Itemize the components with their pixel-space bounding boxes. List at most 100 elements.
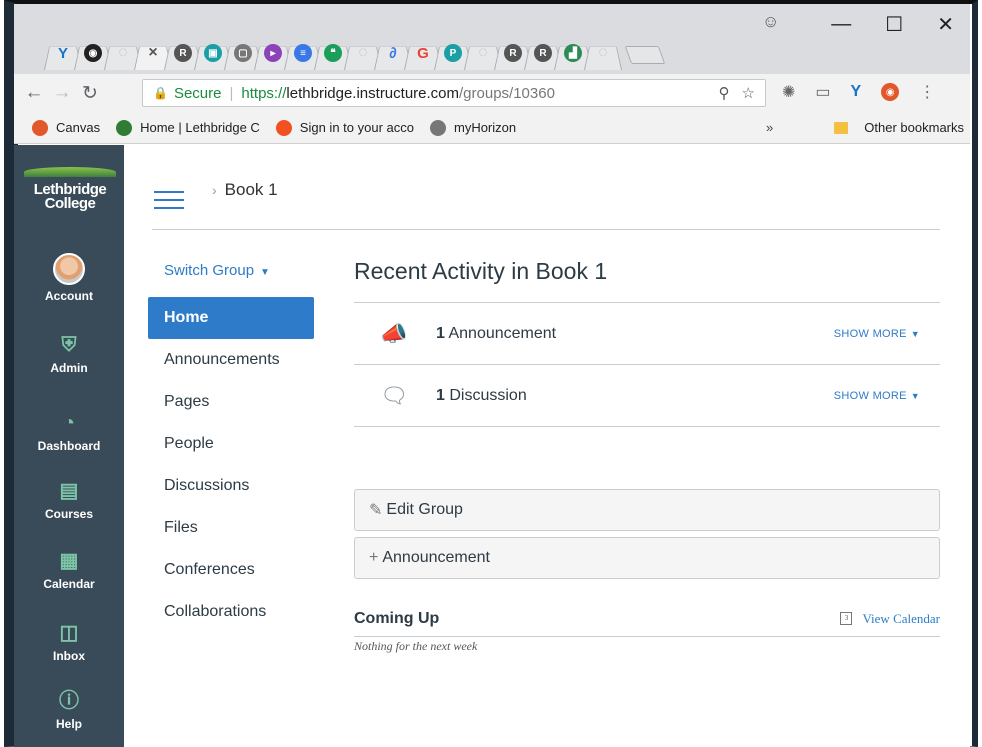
- url-separator: |: [229, 84, 234, 102]
- nav-calendar[interactable]: ▦ Calendar: [14, 549, 124, 591]
- edit-group-button[interactable]: ✎ Edit Group: [354, 489, 940, 531]
- group-nav-people[interactable]: People: [148, 423, 314, 465]
- discussion-icon: 🗨: [380, 382, 408, 408]
- bookmark-item[interactable]: Canvas: [32, 119, 100, 136]
- college-logo[interactable]: Lethbridge College: [20, 167, 120, 211]
- bookmark-list: Canvas Home | Lethbridge C Sign in to your…: [32, 119, 532, 136]
- extension-office-icon[interactable]: ◉: [881, 83, 900, 101]
- url-scheme: https://: [241, 84, 287, 102]
- bookmark-item[interactable]: myHorizon: [429, 119, 516, 136]
- docs-icon: ≡: [294, 44, 312, 62]
- bookmark-label: Sign in to your acco: [299, 120, 414, 135]
- group-nav-home[interactable]: Home: [148, 297, 314, 339]
- header-divider: [152, 229, 940, 230]
- calendar-icon: 3: [840, 612, 853, 625]
- show-more-label: SHOW MORE: [833, 389, 907, 402]
- nav-admin[interactable]: ⛨ Admin: [14, 333, 124, 375]
- activity-text: 1 Announcement: [436, 325, 556, 343]
- group-nav-files[interactable]: Files: [148, 507, 314, 549]
- url-path: /groups/10360: [459, 84, 555, 102]
- nav-label: Admin: [50, 361, 88, 375]
- edit-group-label: Edit Group: [386, 501, 463, 518]
- extension-swirl-icon[interactable]: ✺: [782, 82, 795, 102]
- forward-icon[interactable]: →: [48, 82, 76, 104]
- r-icon: R: [534, 44, 552, 62]
- back-icon[interactable]: ←: [20, 82, 48, 104]
- close-window-icon[interactable]: ✕: [937, 12, 954, 37]
- breadcrumb: › Book 1: [212, 180, 278, 200]
- extension-v-icon[interactable]: Y: [851, 83, 862, 101]
- nav-inbox[interactable]: ◫ Inbox: [14, 621, 124, 663]
- bookmark-favicon-icon: [32, 119, 48, 136]
- chart-green-icon: ▟: [564, 44, 582, 62]
- global-navigation: Lethbridge College Account ⛨ Admin ◔ Das…: [14, 145, 124, 747]
- coming-up-title: Coming Up: [354, 609, 440, 627]
- group-nav-discussions[interactable]: Discussions: [148, 465, 314, 507]
- nav-dashboard[interactable]: ◔ Dashboard: [14, 411, 124, 453]
- show-more-button[interactable]: SHOW MORE ▼: [834, 390, 920, 402]
- page-title: Recent Activity in Book 1: [354, 253, 940, 303]
- add-announcement-button[interactable]: + Announcement: [354, 537, 940, 579]
- activity-row-announcement[interactable]: 📣 1 Announcement SHOW MORE ▼: [354, 303, 940, 365]
- folder-icon: [834, 121, 849, 134]
- show-more-label: SHOW MORE: [833, 327, 907, 340]
- bookmark-star-icon[interactable]: ☆: [742, 84, 755, 102]
- bookmark-favicon-icon: [116, 119, 133, 136]
- activity-count: 1: [436, 386, 445, 404]
- chrome-menu-icon[interactable]: ⋮: [919, 82, 935, 102]
- book-icon: ▤: [59, 480, 79, 502]
- megaphone-icon: 📣: [380, 320, 408, 346]
- view-calendar-link[interactable]: 3 View Calendar: [840, 611, 940, 627]
- nav-label: Calendar: [43, 577, 95, 591]
- r-icon: R: [174, 44, 192, 62]
- maximize-icon[interactable]: ☐: [885, 12, 903, 37]
- avatar: [53, 253, 85, 285]
- tab-strip: Y ◉ ◌ × R ▣ ▢ ▸ ≡ ❝ ◌ ∂ G P ◌ R R ▟ ◌: [44, 30, 666, 70]
- nav-label: Dashboard: [37, 439, 101, 453]
- secure-label: Secure: [173, 84, 222, 102]
- minimize-icon[interactable]: —: [831, 13, 851, 36]
- nav-label: Inbox: [53, 649, 85, 663]
- pencil-icon: ✎: [369, 502, 383, 519]
- browser-tab[interactable]: ◌: [584, 36, 622, 70]
- loading-icon: ◌: [478, 44, 488, 61]
- group-nav-collaborations[interactable]: Collaborations: [148, 591, 314, 633]
- swirl-icon: ∂: [389, 44, 397, 62]
- switch-group-button[interactable]: Switch Group ▼: [164, 262, 270, 279]
- other-bookmarks-label: Other bookmarks: [864, 120, 964, 135]
- bookmarks-bar: Canvas Home | Lethbridge C Sign in to your…: [14, 112, 970, 144]
- calendar-icon: ▦: [59, 550, 79, 572]
- browser-toolbar: ← → ↻ 🔒 Secure | https://lethbridge.inst…: [14, 74, 970, 112]
- zoom-icon[interactable]: ⚲: [719, 84, 730, 102]
- nav-courses[interactable]: ▤ Courses: [14, 479, 124, 521]
- caret-down-icon: ▼: [260, 267, 270, 278]
- doc-icon: ▢: [234, 44, 252, 62]
- caret-down-icon: ▼: [910, 390, 920, 401]
- r-icon: R: [504, 44, 522, 62]
- breadcrumb-current[interactable]: Book 1: [225, 180, 278, 199]
- address-bar[interactable]: 🔒 Secure | https://lethbridge.instructur…: [142, 79, 766, 107]
- activity-row-discussion[interactable]: 🗨 1 Discussion SHOW MORE ▼: [354, 365, 940, 427]
- bookmark-item[interactable]: Home | Lethbridge C: [116, 119, 260, 136]
- hamburger-menu-icon[interactable]: [154, 191, 184, 215]
- other-bookmarks[interactable]: Other bookmarks: [834, 120, 964, 135]
- group-nav-pages[interactable]: Pages: [148, 381, 314, 423]
- page-content: › Book 1 Switch Group ▼ Home Announcements…: [124, 145, 970, 747]
- reload-icon[interactable]: ↻: [76, 82, 104, 105]
- nav-account[interactable]: Account: [14, 253, 124, 303]
- bookmark-label: Home | Lethbridge C: [140, 120, 260, 135]
- nav-help[interactable]: ⓘ Help: [14, 689, 124, 731]
- group-nav-conferences[interactable]: Conferences: [148, 549, 314, 591]
- show-more-button[interactable]: SHOW MORE ▼: [834, 328, 920, 340]
- new-tab-button[interactable]: [624, 46, 666, 64]
- extension-cast-icon[interactable]: ▭: [815, 82, 830, 102]
- activity-count: 1: [436, 324, 445, 342]
- bookmarks-overflow-icon[interactable]: »: [766, 120, 773, 135]
- view-calendar-label: View Calendar: [862, 610, 940, 626]
- group-nav-announcements[interactable]: Announcements: [148, 339, 314, 381]
- bookmark-item[interactable]: Sign in to your acco: [275, 119, 414, 136]
- group-navigation: Home Announcements Pages People Discussi…: [148, 297, 314, 633]
- loading-icon: ◌: [598, 44, 608, 61]
- profile-icon[interactable]: ☺: [762, 12, 779, 32]
- bookmark-favicon-icon: [275, 119, 292, 136]
